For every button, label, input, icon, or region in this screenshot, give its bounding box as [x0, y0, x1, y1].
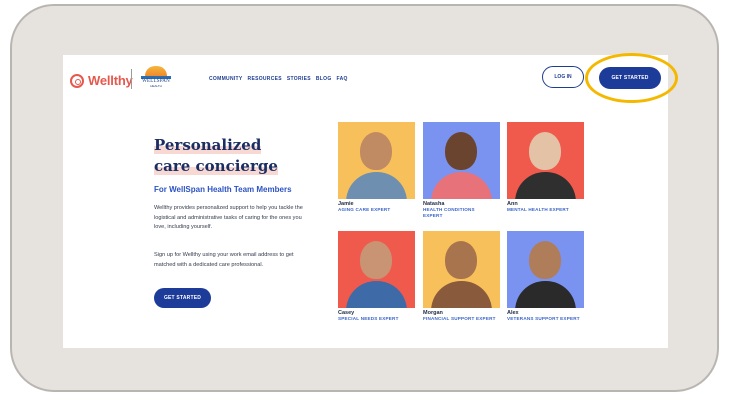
team-role: AGING CARE EXPERT: [338, 207, 391, 212]
team-photo-body: [346, 281, 407, 308]
hero-subtitle: For WellSpan Health Team Members: [154, 185, 292, 194]
team-role: MENTAL HEALTH EXPERT: [507, 207, 569, 212]
team-role: SPECIAL NEEDS EXPERT: [338, 316, 399, 321]
wellthy-logo-icon: [70, 73, 84, 88]
hero-paragraph-1: Wellthy provides personalized support to…: [154, 205, 303, 230]
team-photo-body: [515, 172, 576, 199]
team-role: FINANCIAL SUPPORT EXPERT: [423, 316, 496, 321]
team-photo: [338, 122, 415, 199]
team-card-jamie[interactable]: Jamie AGING CARE EXPERT: [338, 122, 415, 213]
main-nav: COMMUNITY RESOURCES STORIES BLOG FAQ: [209, 76, 348, 82]
team-photo-head: [360, 241, 392, 279]
team-photo-body: [346, 172, 407, 199]
wellspan-logo-sub: HEALTH: [150, 84, 162, 88]
team-photo-head: [529, 241, 561, 279]
nav-community[interactable]: COMMUNITY: [209, 76, 243, 82]
page-title-text: Personalized care concierge: [154, 136, 278, 175]
team-card-ann[interactable]: Ann MENTAL HEALTH EXPERT: [507, 122, 584, 213]
nav-resources[interactable]: RESOURCES: [248, 76, 282, 82]
brand-name: Wellthy: [88, 73, 133, 88]
page-title: Personalized care concierge: [154, 135, 294, 177]
team-role: VETERANS SUPPORT EXPERT: [507, 316, 580, 321]
team-photo: [423, 122, 500, 199]
wellspan-logo[interactable]: WELLSPAN HEALTH: [141, 66, 171, 90]
logo-divider: [131, 69, 132, 89]
get-started-hero-button[interactable]: GET STARTED: [154, 288, 211, 308]
nav-faq[interactable]: FAQ: [337, 76, 348, 82]
wellthy-logo[interactable]: Wellthy: [70, 73, 133, 88]
wellspan-sun-icon: [145, 66, 167, 76]
nav-blog[interactable]: BLOG: [316, 76, 332, 82]
team-photo: [423, 231, 500, 308]
team-photo-head: [445, 132, 477, 170]
nav-stories[interactable]: STORIES: [287, 76, 311, 82]
team-photo: [507, 122, 584, 199]
team-card-casey[interactable]: Casey SPECIAL NEEDS EXPERT: [338, 231, 415, 322]
team-photo: [338, 231, 415, 308]
team-photo-head: [445, 241, 477, 279]
team-photo: [507, 231, 584, 308]
team-card-natasha[interactable]: Natasha HEALTH CONDITIONS EXPERT: [423, 122, 500, 219]
highlight-annotation: [585, 53, 678, 103]
hero-paragraph-2: Sign up for Wellthy using your work emai…: [154, 252, 294, 268]
team-photo-body: [431, 281, 492, 308]
team-card-alex[interactable]: Alex VETERANS SUPPORT EXPERT: [507, 231, 584, 322]
team-role: HEALTH CONDITIONS EXPERT: [423, 207, 475, 218]
login-button[interactable]: LOG IN: [542, 66, 584, 88]
team-photo-head: [360, 132, 392, 170]
team-photo-body: [431, 172, 492, 199]
team-card-morgan[interactable]: Morgan FINANCIAL SUPPORT EXPERT: [423, 231, 500, 322]
team-photo-body: [515, 281, 576, 308]
web-page: Wellthy WELLSPAN HEALTH COMMUNITY RESOUR…: [63, 55, 668, 348]
team-photo-head: [529, 132, 561, 170]
